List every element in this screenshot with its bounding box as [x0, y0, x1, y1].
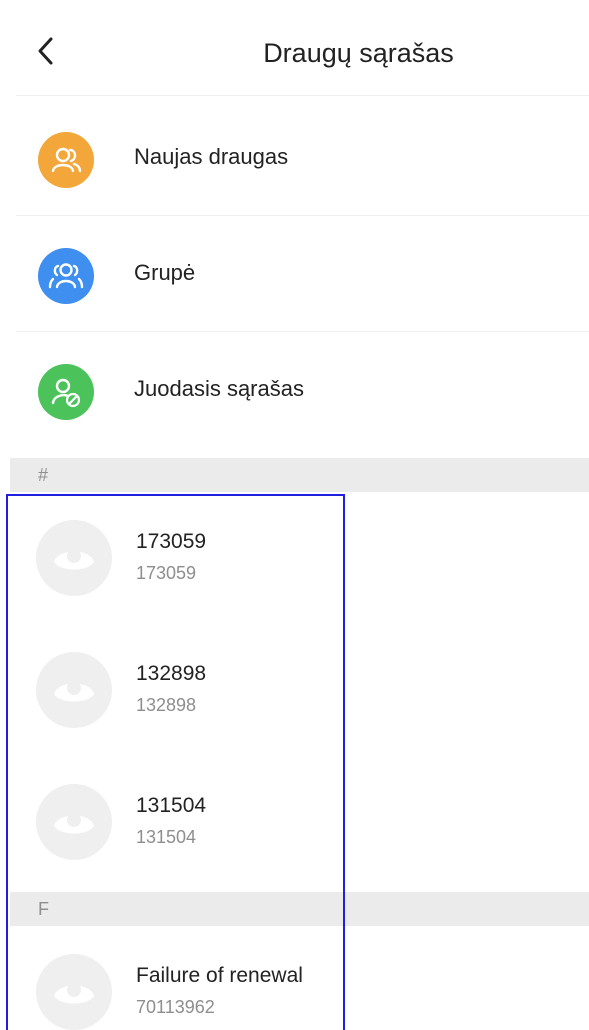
section-letter: F [38, 899, 49, 919]
section-header-f: F [10, 892, 589, 926]
menu-item-label: Grupė [134, 260, 196, 285]
contact-id: 173059 [136, 563, 197, 583]
section-letter: # [38, 465, 49, 485]
avatar [36, 652, 112, 728]
contact-name: 132898 [136, 662, 207, 685]
page-title: Draugų sąrašas [263, 38, 454, 68]
contact-row[interactable]: Failure of renewal 70113962 [0, 926, 589, 1030]
contact-name: 131504 [136, 794, 207, 817]
contact-name: Failure of renewal [136, 964, 303, 987]
avatar [36, 520, 112, 596]
default-avatar-icon [36, 652, 112, 728]
menu-item-new-friend[interactable]: Naujas draugas [0, 100, 589, 216]
contact-row[interactable]: 173059 173059 [0, 492, 589, 624]
section-header-hash: # [10, 458, 589, 492]
contact-id: 131504 [136, 827, 197, 847]
menu-item-label: Juodasis sąrašas [134, 376, 304, 401]
header-bar: Draugų sąrašas [0, 0, 589, 96]
default-avatar-icon [36, 954, 112, 1030]
new-friend-icon [38, 132, 94, 188]
contact-id: 132898 [136, 695, 197, 715]
contact-row[interactable]: 132898 132898 [0, 624, 589, 756]
menu-item-group[interactable]: Grupė [0, 216, 589, 332]
contact-name: 173059 [136, 530, 207, 553]
header-divider [16, 95, 589, 96]
contact-row[interactable]: 131504 131504 [0, 756, 589, 888]
avatar [36, 784, 112, 860]
blacklist-icon [38, 364, 94, 420]
default-avatar-icon [36, 520, 112, 596]
menu-item-blacklist[interactable]: Juodasis sąrašas [0, 332, 589, 448]
group-icon [38, 248, 94, 304]
menu-item-label: Naujas draugas [134, 144, 289, 169]
avatar [36, 954, 112, 1030]
contact-id: 70113962 [136, 997, 215, 1017]
default-avatar-icon [36, 784, 112, 860]
